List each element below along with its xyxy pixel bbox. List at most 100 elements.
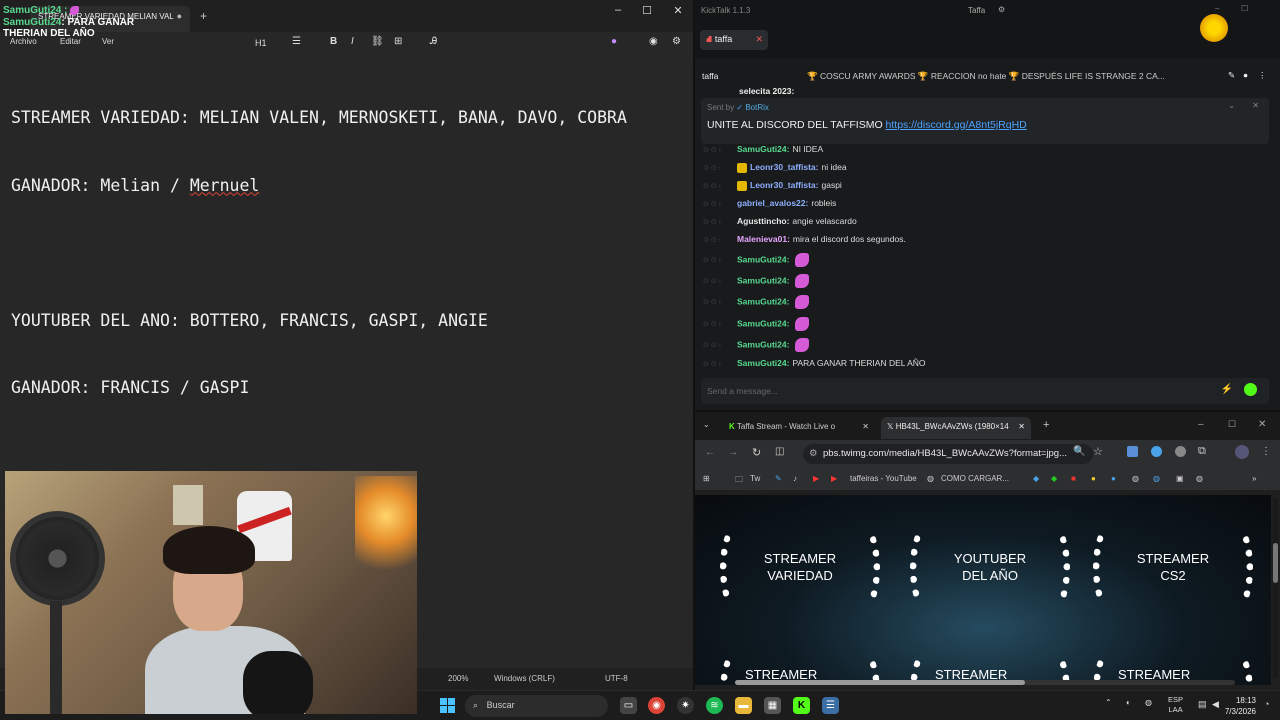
bookmark-icon[interactable]: ✎ — [775, 474, 782, 483]
minimize-icon[interactable]: – — [1215, 4, 1219, 13]
tray-app-icon[interactable]: ◐ — [1126, 698, 1131, 707]
unpin-icon[interactable]: ✕ — [1252, 101, 1259, 110]
close-tab-icon[interactable]: ✕ — [755, 34, 763, 45]
chat-username[interactable]: Leonr30_taffista: — [750, 180, 819, 190]
chat-message[interactable]: ⊙ ⊙ › Leonr30_taffista: ni idea — [703, 162, 847, 178]
chat-message[interactable]: ⊙ ⊙ › SamuGuti24: — [703, 295, 810, 311]
bookmark-icon[interactable]: ◆ — [1051, 474, 1057, 483]
language-indicator[interactable]: ESP LAA — [1168, 695, 1183, 715]
maximize-icon[interactable]: ☐ — [1228, 419, 1236, 430]
bookmark-icon[interactable]: ◍ — [1132, 474, 1139, 483]
mod-actions-icon[interactable]: ⊙ ⊙ › — [703, 236, 737, 244]
browser-tab-kick[interactable]: K Taffa Stream - Watch Live o ✕ — [723, 417, 875, 439]
reload-icon[interactable]: ↻ — [752, 446, 761, 459]
chat-username[interactable]: SamuGuti24: — [737, 296, 789, 306]
image-viewer[interactable]: STREAMER VARIEDAD YOUTUBER DEL AÑO STREA… — [695, 495, 1271, 685]
extension-icon[interactable] — [1175, 446, 1186, 457]
close-tab-icon[interactable]: ✕ — [862, 422, 869, 431]
mod-actions-icon[interactable]: ⊙ ⊙ › — [703, 146, 737, 154]
bookmark-icon[interactable]: ◍ — [1153, 474, 1160, 483]
table-icon[interactable]: ⊞ — [394, 36, 402, 47]
youtube-icon[interactable]: ▶ — [813, 474, 819, 483]
volume-icon[interactable]: ◀ — [1212, 699, 1219, 710]
mod-actions-icon[interactable]: ⊙ ⊙ › — [703, 298, 737, 306]
kicktalk-icon[interactable]: K — [793, 697, 810, 714]
more-bookmarks-icon[interactable]: » — [1252, 474, 1256, 483]
account-icon[interactable]: ◉ — [649, 36, 658, 47]
tiktok-icon[interactable]: ♪ — [793, 474, 797, 483]
chat-username[interactable]: Agusttincho: — [737, 216, 789, 226]
chat-username[interactable]: SamuGuti24: — [737, 275, 789, 285]
spotify-icon[interactable]: ≋ — [706, 697, 723, 714]
tray-app-icon[interactable]: ◍ — [1145, 698, 1152, 707]
bookmark-como-cargar[interactable]: COMO CARGAR... — [941, 474, 1009, 483]
chat-tab-taffa[interactable]: ⛘ taffa ✕ — [700, 30, 768, 50]
clear-format-icon[interactable]: Ꭿ — [430, 36, 437, 47]
maximize-icon[interactable]: ☐ — [637, 4, 657, 17]
chat-message[interactable]: ⊙ ⊙ › SamuGuti24: — [703, 274, 810, 290]
bookmark-icon[interactable]: ● — [1111, 474, 1116, 483]
bookmark-icon[interactable]: ◍ — [1196, 474, 1203, 483]
clock[interactable]: 18:13 7/3/2026 — [1222, 695, 1256, 717]
mod-actions-icon[interactable]: ⊙ ⊙ › — [703, 360, 737, 368]
chrome-icon[interactable]: ◉ — [648, 697, 665, 714]
maximize-icon[interactable]: ☐ — [1241, 4, 1248, 13]
settings-gear-icon[interactable]: ⚙ — [998, 5, 1005, 14]
copilot-icon[interactable]: ● — [611, 36, 617, 47]
network-icon[interactable]: ▤ — [1198, 699, 1207, 710]
chat-username[interactable]: SamuGuti24: — [737, 339, 789, 349]
chat-username[interactable]: gabriel_avalos22: — [737, 198, 808, 208]
pin-icon[interactable]: ✎ — [1228, 70, 1235, 81]
chat-message[interactable]: ⊙ ⊙ › Malenieva01: mira el discord dos seg… — [703, 234, 906, 250]
profile-avatar[interactable] — [1235, 445, 1249, 459]
chat-message[interactable]: ⊙ ⊙ › SamuGuti24: — [703, 317, 810, 333]
bookmark-icon[interactable]: ▣ — [1176, 474, 1184, 483]
chat-message[interactable]: ⊙ ⊙ › Leonr30_taffista: gaspi — [703, 180, 842, 196]
youtube-icon[interactable]: ▶ — [831, 474, 837, 483]
chat-message[interactable]: ⊙ ⊙ › Agusttincho: angie velascardo — [703, 216, 857, 232]
chat-username[interactable]: SamuGuti24: — [737, 318, 789, 328]
apps-grid-icon[interactable]: ⊞ — [703, 474, 710, 483]
notepad-editor[interactable]: STREAMER VARIEDAD: MELIAN VALEN, MERNOSK… — [11, 62, 627, 445]
forward-icon[interactable]: → — [728, 447, 738, 458]
mod-actions-icon[interactable]: ⊙ ⊙ › — [703, 182, 737, 190]
mod-actions-icon[interactable]: ⊙ ⊙ › — [703, 320, 737, 328]
kick-emote-icon[interactable] — [1244, 383, 1257, 396]
channel-name[interactable]: taffa — [702, 71, 718, 81]
scrollbar-thumb[interactable] — [735, 680, 1025, 685]
heading-dropdown[interactable]: H1 — [255, 38, 267, 48]
mod-actions-icon[interactable]: ⊙ ⊙ › — [703, 218, 737, 226]
emote-picker-icon[interactable]: ⚡ — [1221, 384, 1233, 395]
bookmark-icon[interactable]: ■ — [1071, 474, 1076, 483]
mod-actions-icon[interactable]: ⊙ ⊙ › — [703, 164, 737, 172]
start-button[interactable] — [440, 698, 456, 714]
chat-message[interactable]: ⊙ ⊙ › SamuGuti24: — [703, 253, 810, 269]
new-tab-button[interactable]: + — [1043, 419, 1049, 431]
chat-message[interactable]: ⊙ ⊙ › SamuGuti24: NI IDEA — [703, 144, 823, 160]
tab-list-icon[interactable]: ⌄ — [703, 420, 710, 429]
extensions-puzzle-icon[interactable]: ⧉ — [1198, 445, 1206, 458]
chat-username[interactable]: SamuGuti24: — [737, 144, 789, 154]
menu-icon[interactable]: ⋮ — [1261, 446, 1271, 457]
settings-gear-icon[interactable]: ⚙ — [672, 36, 681, 47]
browser-tab-twimg[interactable]: 𝕏 HB43L_BWcAAvZWs (1980×14 ✕ — [881, 417, 1031, 439]
bookmark-tw[interactable]: Tw — [750, 474, 760, 483]
address-bar[interactable]: ⚙ pbs.twimg.com/media/HB43L_BWcAAvZWs?fo… — [803, 444, 1093, 464]
close-tab-icon[interactable]: ✕ — [1018, 422, 1025, 431]
bookmark-star-icon[interactable]: ☆ — [1093, 445, 1103, 458]
chat-message[interactable]: ⊙ ⊙ › gabriel_avalos22: robleis — [703, 198, 836, 214]
new-tab-button[interactable]: + — [200, 9, 207, 23]
chat-input[interactable]: Send a message... ⚡ — [701, 378, 1269, 404]
chevron-up-icon[interactable]: ⌃ — [1105, 698, 1112, 707]
notepad-icon[interactable]: ☰ — [822, 697, 839, 714]
person-icon[interactable]: ● — [1243, 70, 1248, 80]
taskbar-search[interactable]: ⌕ Buscar — [465, 695, 608, 717]
close-icon[interactable]: ✕ — [1258, 419, 1266, 430]
minimize-icon[interactable]: – — [1198, 419, 1204, 430]
bold-button[interactable]: B — [330, 36, 337, 47]
mod-actions-icon[interactable]: ⊙ ⊙ › — [703, 200, 737, 208]
close-icon[interactable]: ✕ — [668, 4, 688, 17]
bookmark-icon[interactable]: ◆ — [1033, 474, 1039, 483]
bookmark-icon[interactable]: ● — [1091, 474, 1096, 483]
discord-link[interactable]: https://discord.gg/A8nt5jRqHD — [886, 119, 1027, 131]
